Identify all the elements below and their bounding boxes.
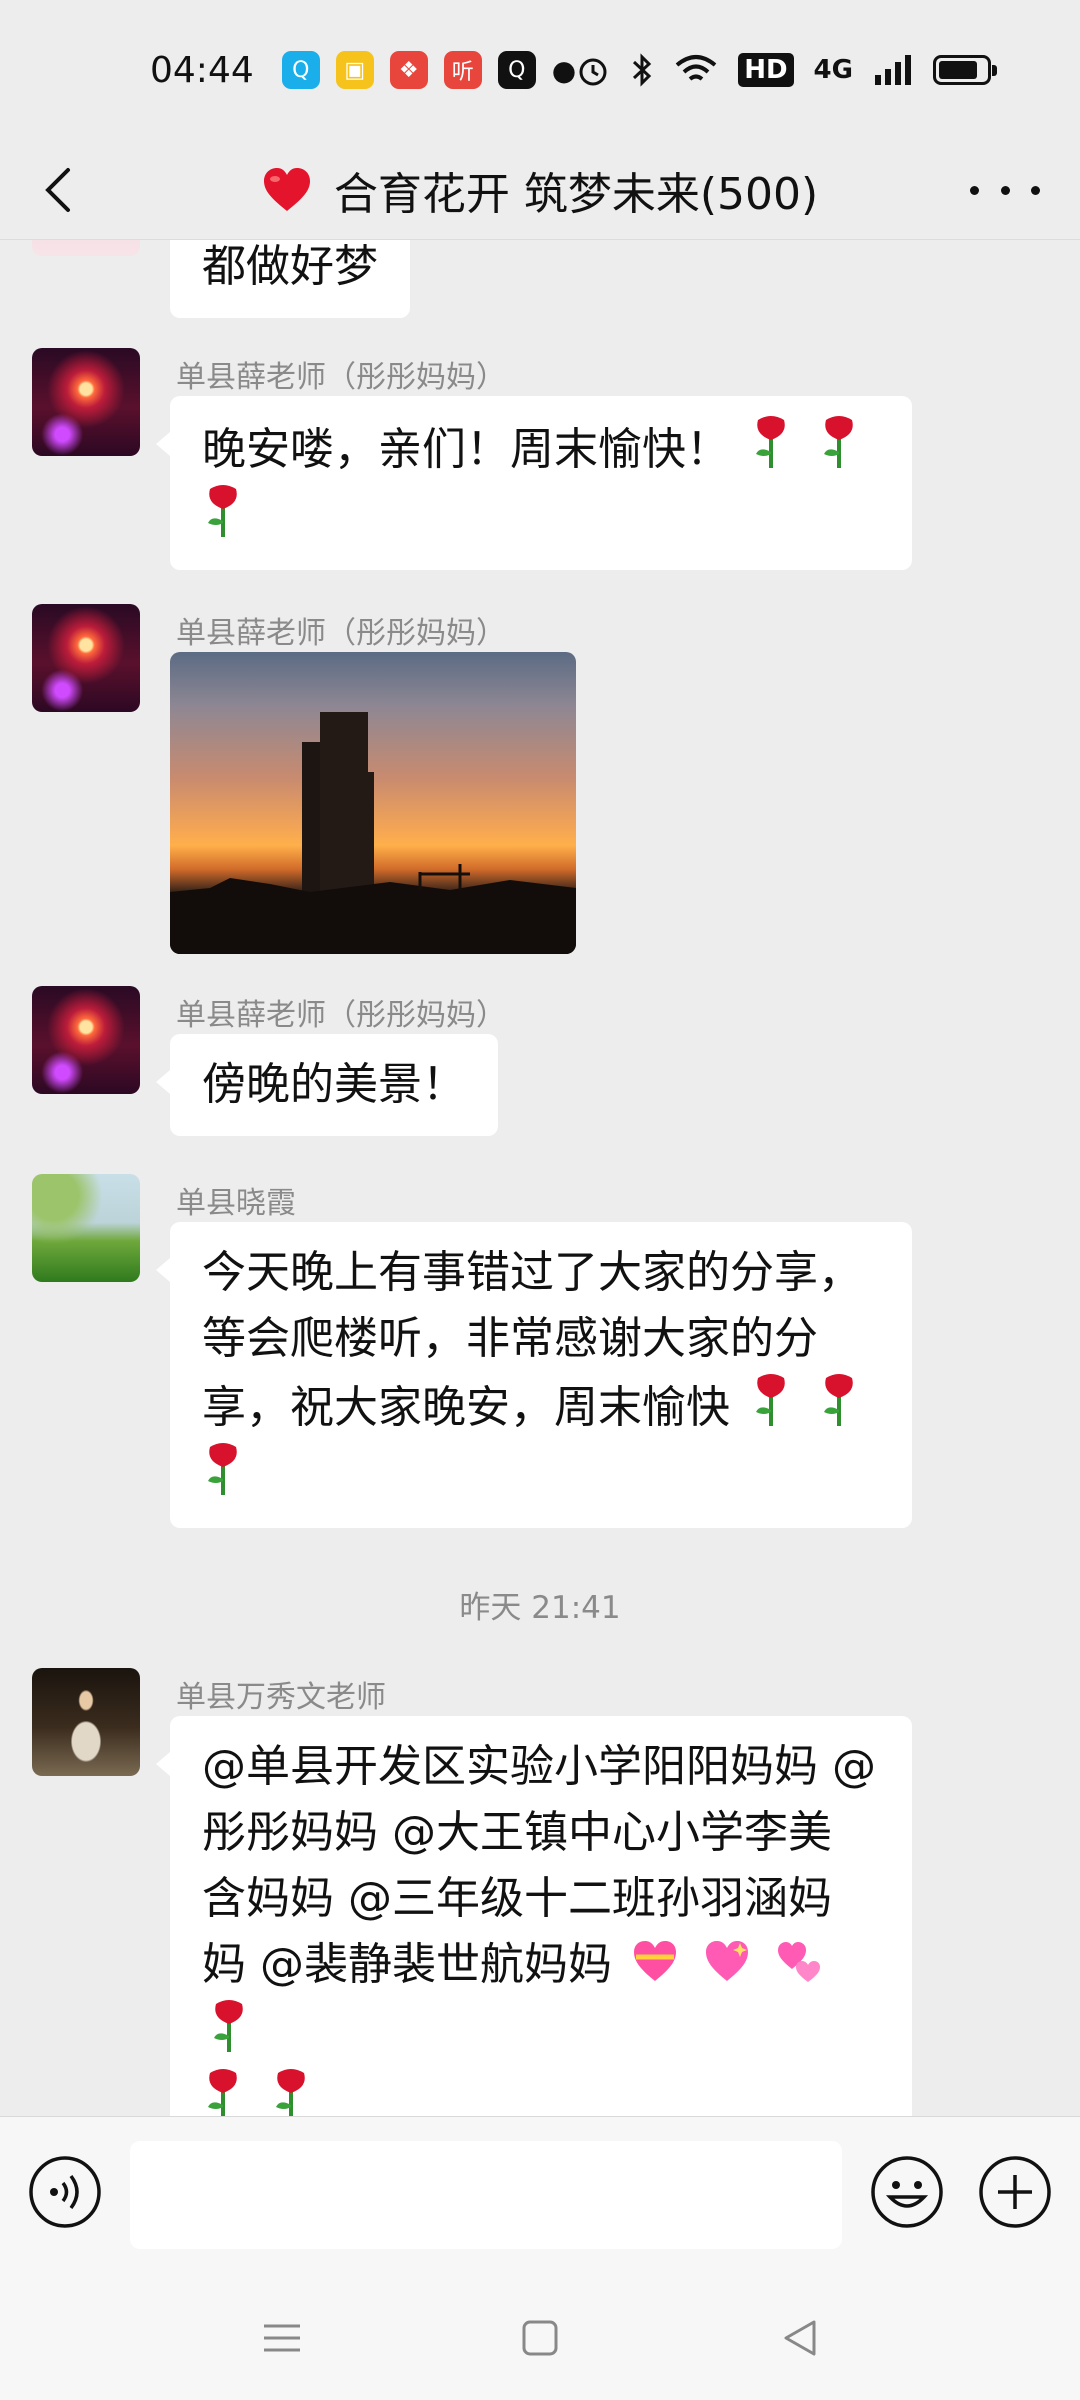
battery-icon	[932, 55, 997, 85]
bluetooth-icon	[633, 53, 652, 87]
avatar[interactable]	[32, 348, 140, 456]
chat-screen: 04:44 Q ▣ ❖ 听 Q ● HD 4G 合育花开 筑梦未来(500) 都…	[0, 0, 1080, 2400]
message-input[interactable]	[130, 2141, 842, 2249]
sender-name: 单县薛老师（彤彤妈妈）	[176, 998, 506, 1033]
rose-emoji-icon	[214, 2000, 243, 2052]
message-text-line: 含妈妈 @三年级十二班孙羽涵妈	[202, 1873, 832, 1924]
more-notifications-dot-icon: ●	[551, 53, 577, 87]
photo-silhouette	[170, 712, 576, 954]
system-back-button[interactable]	[778, 2316, 822, 2360]
home-button[interactable]	[518, 2316, 562, 2360]
message-bubble[interactable]: 晚安喽，亲们！周末愉快！	[156, 396, 912, 570]
title-bar: 合育花开 筑梦未来(500)	[0, 140, 1080, 240]
message-text-line: 妈 @裴静裴世航妈妈	[202, 1939, 612, 1990]
revolving-hearts-emoji-icon	[778, 1942, 820, 1982]
voice-input-button[interactable]	[28, 2155, 102, 2229]
message-bubble[interactable]: 今天晚上有事错过了大家的分享， 等会爬楼听，非常感谢大家的分 享，祝大家晚安，周…	[156, 1222, 912, 1528]
rose-emoji-icon	[756, 416, 785, 468]
back-button[interactable]	[30, 160, 90, 220]
rose-emoji-icon	[276, 2069, 305, 2116]
message-bubble[interactable]: @单县开发区实验小学阳阳妈妈 @ 彤彤妈妈 @大王镇中心小学李美 含妈妈 @三年…	[156, 1716, 912, 2116]
message-text: 傍晚的美景！	[202, 1059, 466, 1110]
sparkling-heart-emoji-icon	[706, 1941, 748, 1981]
rose-emoji-icon	[824, 416, 853, 468]
input-bar	[0, 2116, 1080, 2276]
sender-name: 单县薛老师（彤彤妈妈）	[176, 360, 506, 395]
message-text-line: @单县开发区实验小学阳阳妈妈 @	[202, 1741, 876, 1792]
message-text-line: 等会爬楼听，非常感谢大家的分	[202, 1313, 818, 1364]
sunset-photo[interactable]	[170, 652, 576, 954]
message-text-line: 享，祝大家晚安，周末愉快	[202, 1382, 730, 1433]
notes-icon: ▣	[335, 51, 374, 89]
avatar[interactable]	[32, 986, 140, 1094]
message-text: 晚安喽，亲们！周末愉快！	[202, 424, 730, 475]
sender-name: 单县薛老师（彤彤妈妈）	[176, 616, 506, 651]
heart-ribbon-emoji-icon	[634, 1941, 676, 1981]
more-functions-button[interactable]	[978, 2155, 1052, 2229]
avatar[interactable]	[32, 604, 140, 712]
message-bubble[interactable]: 傍晚的美景！	[156, 1034, 498, 1136]
message-text-line: 今天晚上有事错过了大家的分享，	[202, 1247, 862, 1298]
sender-name: 单县万秀文老师	[176, 1680, 386, 1715]
message-timestamp: 昨天 21:41	[459, 1590, 621, 1626]
network-label: 4G	[813, 55, 853, 85]
avatar[interactable]	[32, 1174, 140, 1282]
message-text-line: 彤彤妈妈 @大王镇中心小学李美	[202, 1807, 832, 1858]
qq-icon: Q	[281, 51, 320, 89]
message-text: 都做好梦	[202, 241, 378, 292]
page-title: 合育花开 筑梦未来(500)	[262, 158, 818, 222]
clock: 04:44	[150, 49, 254, 91]
rose-emoji-icon	[208, 485, 237, 537]
rose-emoji-icon	[824, 1374, 853, 1426]
heart-icon	[263, 167, 310, 211]
app-red-icon: ❖	[389, 51, 428, 89]
more-options-button[interactable]	[970, 170, 1040, 210]
status-bar: 04:44 Q ▣ ❖ 听 Q ● HD 4G	[0, 0, 1080, 140]
avatar[interactable]	[32, 240, 140, 256]
rose-emoji-icon	[208, 2069, 237, 2116]
emoji-button[interactable]	[870, 2155, 944, 2229]
recent-apps-button[interactable]	[260, 2316, 304, 2360]
signal-icon	[874, 55, 911, 85]
search-q-icon: Q	[497, 51, 536, 89]
rose-emoji-icon	[756, 1374, 785, 1426]
alarm-icon	[579, 58, 607, 86]
wifi-icon	[675, 55, 717, 81]
message-list[interactable]: 都做好梦 单县薛老师（彤彤妈妈） 晚安喽，亲们！周末愉快！ 单县薛老师（彤彤妈妈…	[0, 240, 1080, 2116]
rose-emoji-icon	[208, 1443, 237, 1495]
listen-app-icon: 听	[443, 51, 482, 89]
sender-name: 单县晓霞	[176, 1186, 296, 1221]
hd-badge: HD	[738, 53, 794, 87]
message-bubble[interactable]: 都做好梦	[170, 240, 410, 318]
avatar[interactable]	[32, 1668, 140, 1776]
group-title: 合育花开 筑梦未来(500)	[333, 168, 819, 220]
system-nav-bar	[0, 2276, 1080, 2400]
